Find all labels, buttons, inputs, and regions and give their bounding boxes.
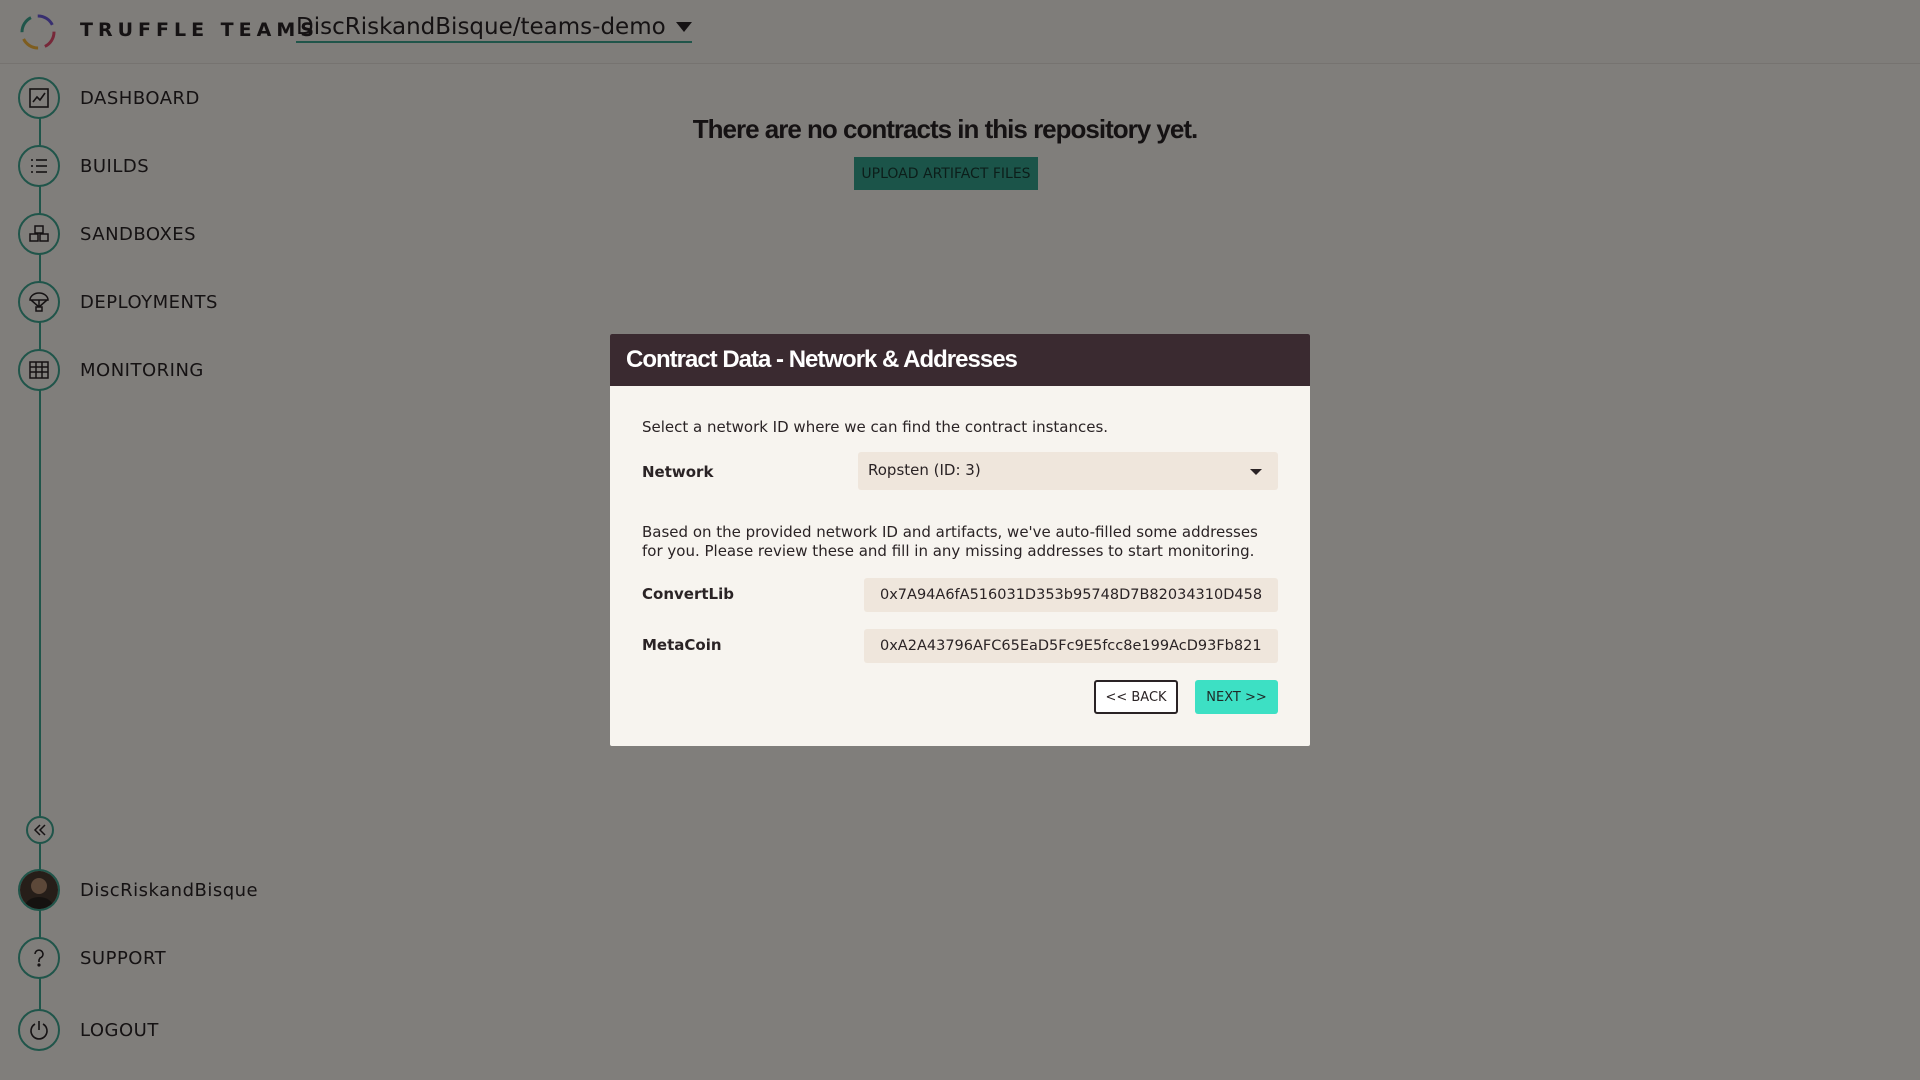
modal-title: Contract Data - Network & Addresses xyxy=(610,334,1310,386)
convertlib-address-input[interactable] xyxy=(864,578,1278,612)
metacoin-address-input[interactable] xyxy=(864,629,1278,663)
next-button[interactable]: NEXT >> xyxy=(1195,680,1278,714)
network-select[interactable]: Ropsten (ID: 3) xyxy=(858,452,1278,490)
back-button[interactable]: << BACK xyxy=(1094,680,1178,714)
contract-name-label: MetaCoin xyxy=(642,636,722,654)
contract-name-label: ConvertLib xyxy=(642,585,734,603)
autofill-note: Based on the provided network ID and art… xyxy=(642,523,1258,560)
network-intro-text: Select a network ID where we can find th… xyxy=(642,418,1109,436)
network-select-value: Ropsten (ID: 3) xyxy=(868,461,981,479)
contract-data-modal: Contract Data - Network & Addresses Sele… xyxy=(610,334,1310,746)
network-label: Network xyxy=(642,463,714,481)
chevron-down-icon xyxy=(1250,469,1262,475)
